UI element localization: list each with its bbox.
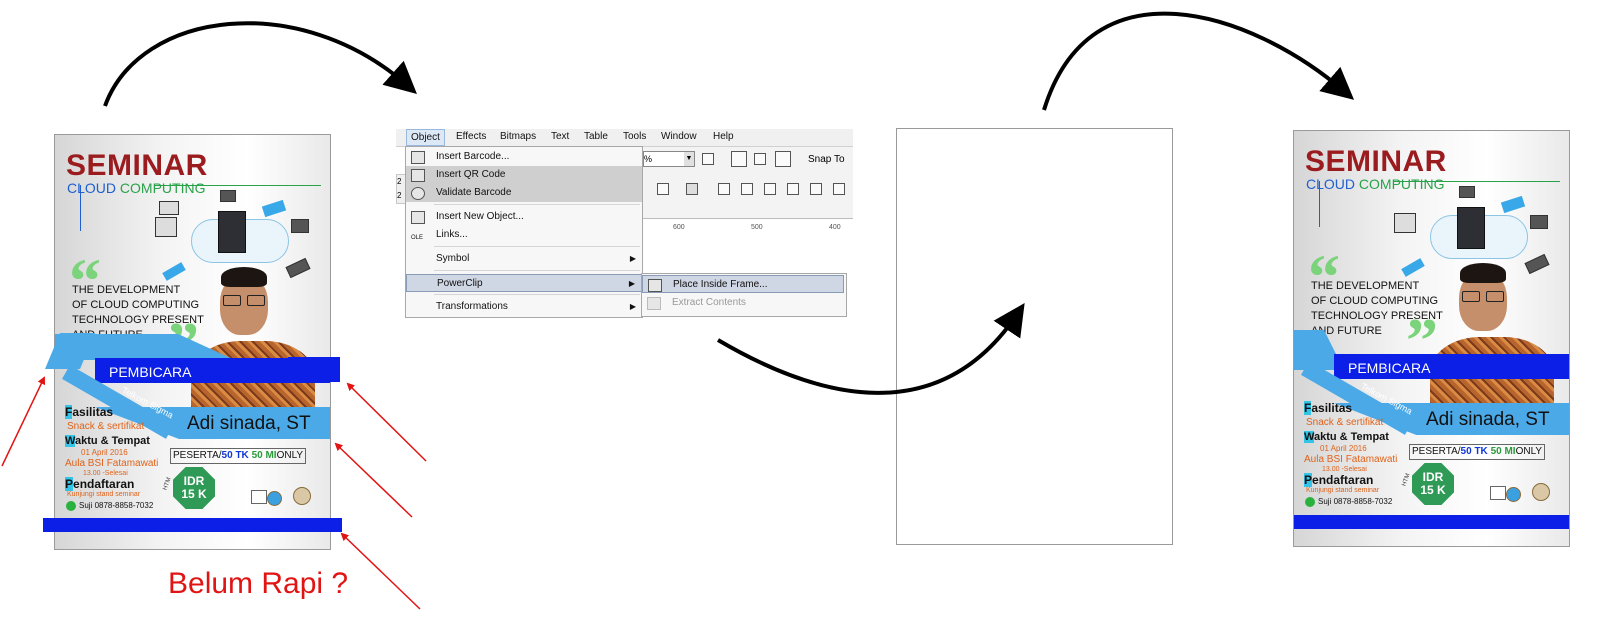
problem-arrow — [340, 532, 421, 610]
flow-arrow — [1042, 11, 1355, 111]
annotation-arrows — [1, 11, 1355, 610]
annotation-text: Belum Rapi ? — [168, 567, 349, 600]
flow-arrow — [716, 303, 1025, 395]
problem-arrow — [1, 376, 46, 467]
problem-arrow — [334, 442, 413, 518]
flow-arrow — [103, 21, 417, 107]
problem-arrow — [346, 382, 427, 462]
